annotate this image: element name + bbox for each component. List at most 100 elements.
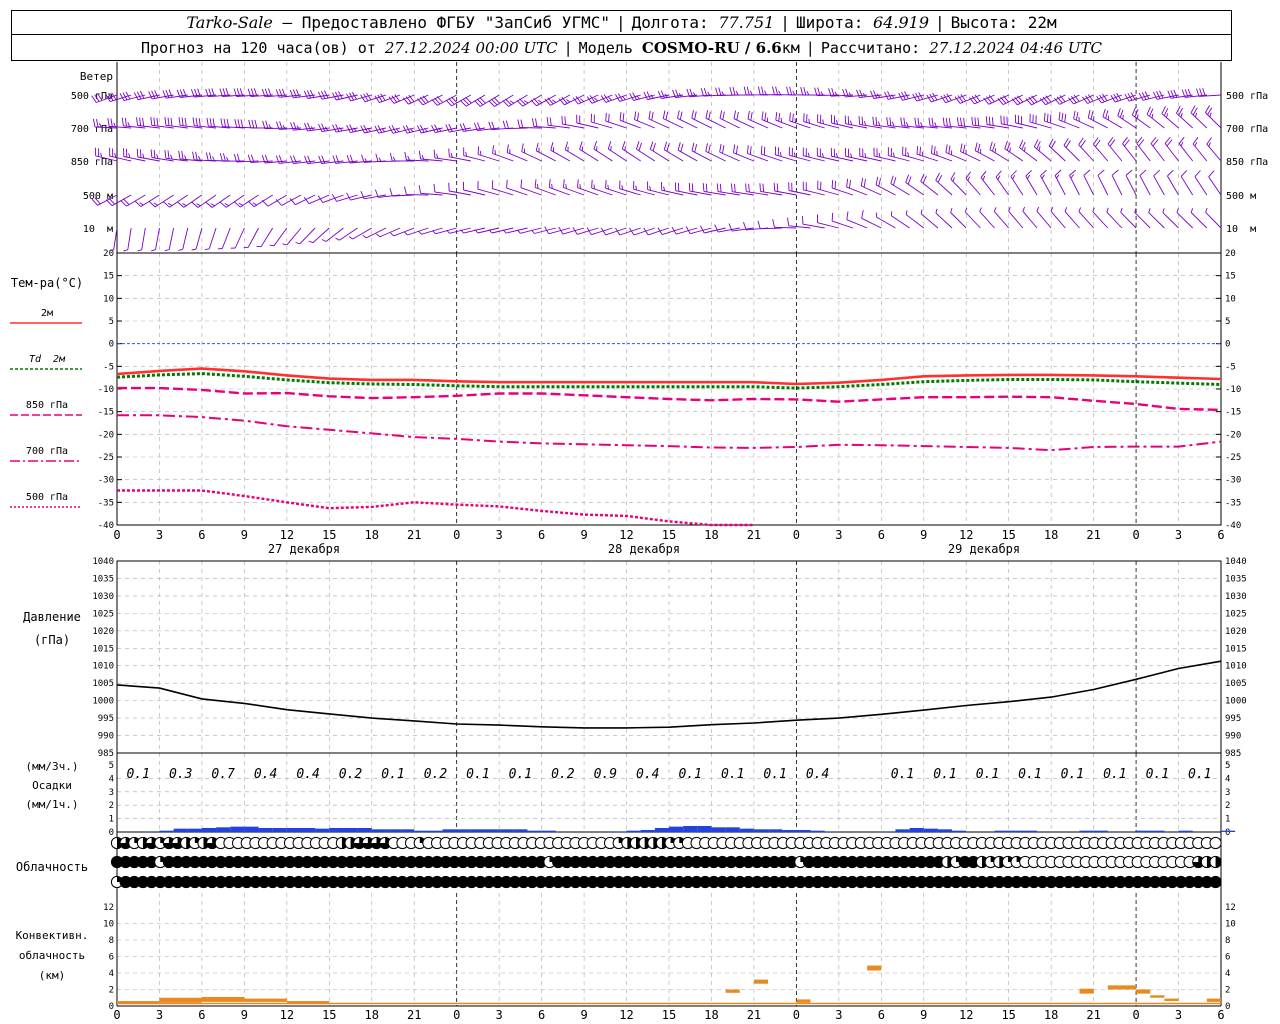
hour-label-mid: 12	[280, 528, 294, 542]
hour-label-bottom: 3	[496, 1008, 503, 1022]
wind-barb-feather	[1180, 112, 1183, 118]
temp-title: Тем-ра(°C)	[11, 276, 83, 290]
hour-label-mid: 15	[662, 528, 676, 542]
wind-barb-feather	[974, 142, 978, 151]
temp-tick-label-right: -40	[1225, 521, 1241, 531]
meteogram: Tarko-Sale – Предоставлено ФГБУ "ЗапСиб …	[0, 0, 1280, 1024]
wind-barb-feather	[729, 86, 733, 96]
wind-barb-shaft	[993, 211, 1010, 229]
convective-tick-label-left: 2	[109, 986, 114, 996]
wind-barb-feather	[1139, 169, 1147, 176]
wind-barb-feather	[308, 240, 314, 244]
wind-level-700hpa: 700 гПа	[71, 124, 113, 135]
wind-barb-shaft	[965, 178, 981, 196]
wind-barb-feather	[743, 86, 747, 95]
date-label-27: 27 декабря	[268, 542, 340, 556]
wind-barb-feather	[1166, 113, 1169, 118]
wind-barb-feather	[610, 146, 612, 151]
wind-barb-feather	[323, 90, 329, 99]
hour-label-bottom: 21	[407, 1008, 421, 1022]
wind-barb-shaft	[905, 214, 925, 229]
wind-barb-feather	[892, 152, 895, 158]
temp-tick-label-left: -20	[98, 430, 114, 440]
pressure-tick-label-right: 1010	[1225, 662, 1247, 672]
temp-tick-label-right: -15	[1225, 408, 1241, 418]
wind-barb-feather	[593, 141, 598, 150]
wind-barb-feather	[153, 117, 156, 126]
convective-segment	[1079, 988, 1094, 994]
precip-tick-label-right: 0	[1225, 828, 1230, 838]
convective-segment	[244, 998, 287, 1002]
wind-barb-feather	[629, 92, 634, 101]
hour-label-mid: 6	[878, 528, 885, 542]
wind-barb-feather	[743, 222, 747, 231]
temp-tick-label-right: -20	[1225, 430, 1241, 440]
wind-barb-feather	[971, 116, 974, 126]
wind-barb-feather	[635, 141, 640, 150]
wind-barb-feather	[269, 244, 275, 247]
wind-barb-shaft	[1161, 113, 1179, 129]
pressure-tick-label-right: 1000	[1225, 697, 1247, 707]
wind-barb-feather	[967, 176, 971, 181]
precip-title: Осадки	[32, 779, 72, 792]
wind-level-500hpa-right: 500 гПа	[1226, 91, 1268, 102]
wind-barb-feather	[846, 178, 849, 188]
hour-label-bottom: 6	[198, 1008, 205, 1022]
precip-bar	[810, 830, 825, 832]
wind-barb-feather	[933, 146, 936, 155]
convective-segment	[1136, 989, 1151, 994]
wind-barb-feather	[1167, 169, 1174, 177]
wind-barb-feather	[715, 87, 719, 96]
wind-barb-feather	[948, 145, 951, 154]
wind-barb-shaft	[980, 177, 995, 196]
wind-barb-feather	[335, 123, 340, 132]
wind-barb-shaft	[1064, 211, 1080, 229]
wind-barb-feather	[320, 91, 326, 99]
temp-tick-label-right: -5	[1225, 362, 1236, 372]
wind-barb-shaft	[1019, 147, 1038, 162]
wind-barb-shaft	[234, 227, 245, 249]
wind-barb-feather	[950, 208, 953, 213]
wind-barb-feather	[772, 86, 775, 95]
wind-barb-feather	[247, 200, 255, 208]
pressure-tick-label-right: 1005	[1225, 679, 1247, 689]
wind-barb-feather	[167, 150, 170, 159]
wind-barb-feather	[884, 91, 889, 100]
hour-label-bottom: 3	[156, 1008, 163, 1022]
precip-bar	[909, 827, 924, 832]
wind-barb-shaft	[155, 227, 160, 250]
wind-barb-feather	[991, 117, 994, 126]
wind-barb-feather	[760, 145, 763, 155]
wind-barb-feather	[730, 183, 733, 192]
wind-barb-feather	[887, 91, 892, 99]
wind-barb-feather	[591, 179, 593, 188]
wind-barb-feather	[1208, 142, 1211, 147]
wind-barb-feather	[870, 90, 875, 99]
wind-barb-shaft	[1010, 176, 1024, 196]
wind-barb-feather	[624, 146, 626, 151]
wind-barb-feather	[292, 89, 297, 98]
wind-barb-shaft	[260, 227, 274, 247]
wind-barb-feather	[1208, 170, 1215, 178]
wind-barb-feather	[205, 201, 213, 208]
wind-barb-feather	[1205, 105, 1210, 113]
wind-barb-feather	[814, 87, 818, 96]
wind-barb-feather	[376, 233, 381, 238]
wind-barb-feather	[521, 143, 524, 152]
wind-barb-feather	[905, 210, 908, 215]
wind-barb-feather	[549, 117, 552, 126]
hour-label-bottom: 6	[1217, 1008, 1224, 1022]
wind-barb-feather	[195, 151, 198, 160]
wind-barb-feather	[779, 152, 782, 157]
wind-barb-feather	[212, 156, 215, 161]
wind-barb-shaft	[1069, 175, 1080, 196]
precip-bar	[145, 831, 160, 832]
wind-barb-shaft	[1078, 144, 1094, 162]
wind-barb-shaft	[920, 180, 939, 196]
wind-barb-feather	[151, 90, 156, 99]
wind-barb-feather	[691, 110, 694, 119]
wind-barb-shaft	[905, 182, 925, 196]
precip-bar	[442, 829, 457, 832]
hour-label-bottom: 6	[538, 1008, 545, 1022]
wind-barb-feather	[931, 117, 934, 127]
